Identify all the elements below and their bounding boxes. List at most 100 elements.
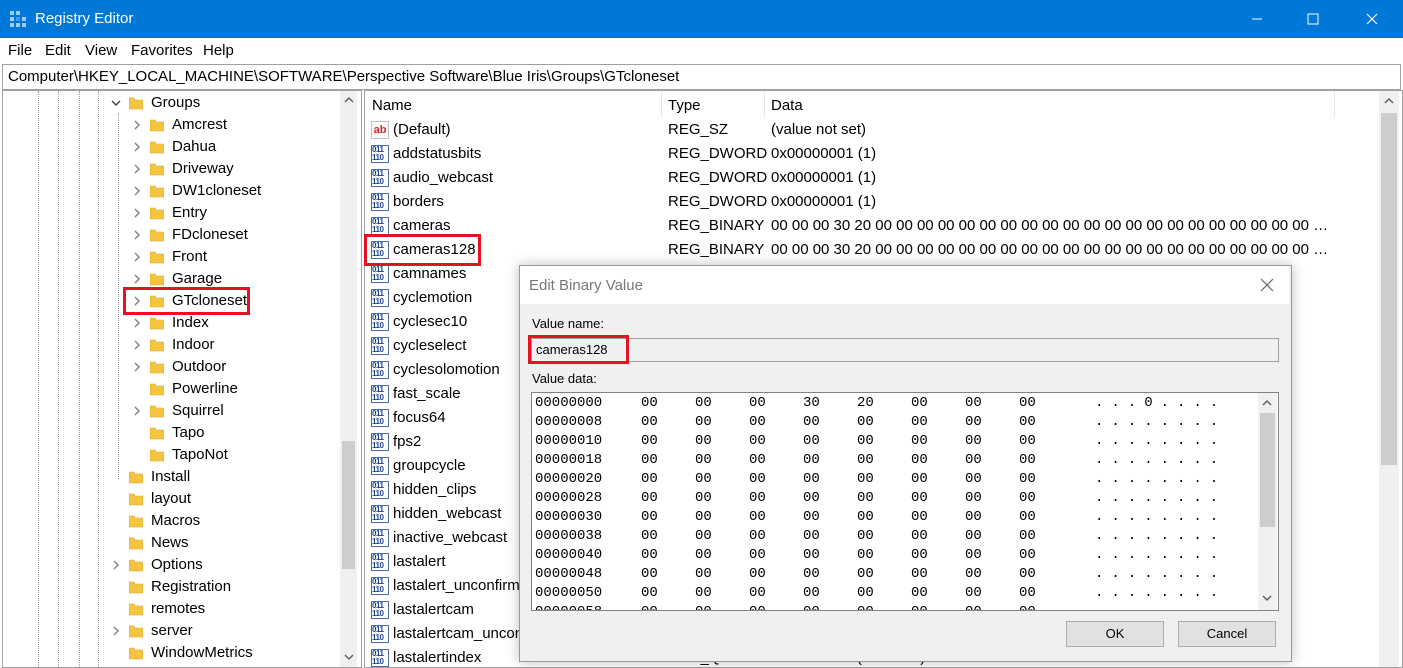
hex-byte: 00 <box>857 547 874 563</box>
column-header-type[interactable]: Type <box>661 91 764 117</box>
tree-item-label: WindowMetrics <box>151 644 253 661</box>
value-row[interactable]: 011 110 borders REG_DWORD 0x00000001 (1) <box>365 190 1377 214</box>
chevron-right-icon[interactable] <box>131 273 143 285</box>
tree-item[interactable]: server <box>110 620 333 642</box>
tree-item[interactable]: Options <box>110 554 333 576</box>
tree-item[interactable]: Amcrest <box>131 114 333 136</box>
chevron-right-icon[interactable] <box>131 361 143 373</box>
value-row[interactable]: ab (Default) REG_SZ (value not set) <box>365 118 1377 142</box>
hex-scroll-thumb[interactable] <box>1260 413 1275 527</box>
scroll-down-icon[interactable] <box>1262 594 1272 602</box>
chevron-right-icon[interactable] <box>131 317 143 329</box>
hex-row: 00000038 00 00 00 00 00 00 00 00........ <box>535 528 1255 547</box>
value-data-hex-editor[interactable]: 00000000 00 00 00 30 20 00 00 00 ...0.... 00000008… <box>531 392 1279 611</box>
chevron-right-icon[interactable] <box>131 207 143 219</box>
hex-byte: 00 <box>641 604 658 610</box>
tree-item[interactable]: TapoNot <box>131 444 333 466</box>
value-row[interactable]: 011 110 cameras REG_BINARY 00 00 00 30 20 00… <box>365 214 1377 238</box>
chevron-right-icon[interactable] <box>131 163 143 175</box>
tree-item[interactable]: remotes <box>110 598 333 620</box>
scroll-up-icon[interactable] <box>1262 399 1272 407</box>
chevron-right-icon[interactable] <box>110 625 122 637</box>
value-data: 0x00000001 (1) <box>771 145 877 162</box>
values-scrollbar[interactable] <box>1379 91 1399 667</box>
tree-item[interactable]: Entry <box>131 202 333 224</box>
chevron-right-icon[interactable] <box>131 251 143 263</box>
scroll-up-icon[interactable] <box>344 96 354 104</box>
tree-item[interactable]: Powerline <box>131 378 333 400</box>
close-button[interactable] <box>1349 0 1395 38</box>
value-row[interactable]: 011 110 audio_webcast REG_DWORD 0x00000001 (… <box>365 166 1377 190</box>
tree-scrollbar[interactable] <box>340 91 357 667</box>
hex-byte: 00 <box>1019 433 1036 449</box>
hex-byte: 00 <box>857 414 874 430</box>
chevron-right-icon[interactable] <box>131 405 143 417</box>
tree-item[interactable]: Front <box>131 246 333 268</box>
column-separator[interactable] <box>1334 91 1335 117</box>
maximize-button[interactable] <box>1290 0 1336 38</box>
tree-item[interactable]: News <box>110 532 333 554</box>
tree-item[interactable]: DW1cloneset <box>131 180 333 202</box>
tree-item[interactable]: FDcloneset <box>131 224 333 246</box>
chevron-right-icon[interactable] <box>110 559 122 571</box>
chevron-right-icon[interactable] <box>131 339 143 351</box>
column-header-data[interactable]: Data <box>764 91 1334 117</box>
hex-ascii: ........ <box>1095 452 1227 468</box>
column-header-name[interactable]: Name <box>365 91 661 117</box>
menu-help[interactable]: Help <box>203 42 234 59</box>
minimize-button[interactable] <box>1234 0 1280 38</box>
hex-byte: 00 <box>749 528 766 544</box>
tree-item[interactable]: Install <box>110 466 333 488</box>
menu-view[interactable]: View <box>85 42 117 59</box>
hex-byte: 00 <box>965 395 982 411</box>
hex-scrollbar[interactable] <box>1258 393 1277 610</box>
tree-item[interactable]: Macros <box>110 510 333 532</box>
tree-scroll-thumb[interactable] <box>342 441 355 569</box>
hex-ascii: ........ <box>1095 471 1227 487</box>
hex-byte: 00 <box>641 471 658 487</box>
menu-file[interactable]: File <box>8 42 32 59</box>
tree-item[interactable]: Driveway <box>131 158 333 180</box>
chevron-down-icon[interactable] <box>110 97 122 109</box>
hex-byte: 00 <box>749 433 766 449</box>
menu-favorites[interactable]: Favorites <box>131 42 193 59</box>
tree-item[interactable]: WindowMetrics <box>110 642 333 664</box>
address-bar[interactable]: Computer\HKEY_LOCAL_MACHINE\SOFTWARE\Per… <box>2 64 1401 90</box>
tree-item[interactable]: Squirrel <box>131 400 333 422</box>
folder-icon <box>129 515 143 528</box>
hex-ascii: ........ <box>1095 604 1226 610</box>
value-type: REG_SZ <box>668 121 729 138</box>
value-type: REG_DWORD <box>668 169 768 186</box>
chevron-right-icon[interactable] <box>131 185 143 197</box>
tree-guide-line <box>98 91 99 667</box>
folder-icon <box>150 251 164 264</box>
ok-button[interactable]: OK <box>1066 621 1164 647</box>
values-scroll-thumb[interactable] <box>1381 113 1397 465</box>
tree-item-label: server <box>151 622 193 639</box>
binary-value-icon: 011 110 <box>371 193 389 211</box>
cancel-button[interactable]: Cancel <box>1178 621 1276 647</box>
value-name: focus64 <box>393 409 446 426</box>
tree-item[interactable]: Tapo <box>131 422 333 444</box>
tree-item[interactable]: Index <box>131 312 333 334</box>
tree-item[interactable]: Registration <box>110 576 333 598</box>
tree-item[interactable]: Indoor <box>131 334 333 356</box>
binary-value-icon: 011 110 <box>371 169 389 187</box>
scroll-down-icon[interactable] <box>344 653 354 661</box>
value-name: groupcycle <box>393 457 466 474</box>
hex-byte: 00 <box>641 585 658 601</box>
chevron-right-icon[interactable] <box>131 141 143 153</box>
close-icon[interactable] <box>1258 276 1276 294</box>
scroll-up-icon[interactable] <box>1384 97 1394 105</box>
menu-edit[interactable]: Edit <box>45 42 71 59</box>
value-row[interactable]: 011 110 addstatusbits REG_DWORD 0x00000001 (… <box>365 142 1377 166</box>
tree-item[interactable]: Outdoor <box>131 356 333 378</box>
chevron-right-icon[interactable] <box>131 119 143 131</box>
tree-item[interactable]: layout <box>110 488 333 510</box>
hex-byte: 00 <box>749 490 766 506</box>
chevron-right-icon[interactable] <box>131 229 143 241</box>
tree-item[interactable]: Groups <box>110 92 333 114</box>
value-row[interactable]: 011 110 cameras128 REG_BINARY 00 00 00 30 20… <box>365 238 1377 262</box>
tree-item[interactable]: Dahua <box>131 136 333 158</box>
hex-byte: 30 <box>803 395 820 411</box>
